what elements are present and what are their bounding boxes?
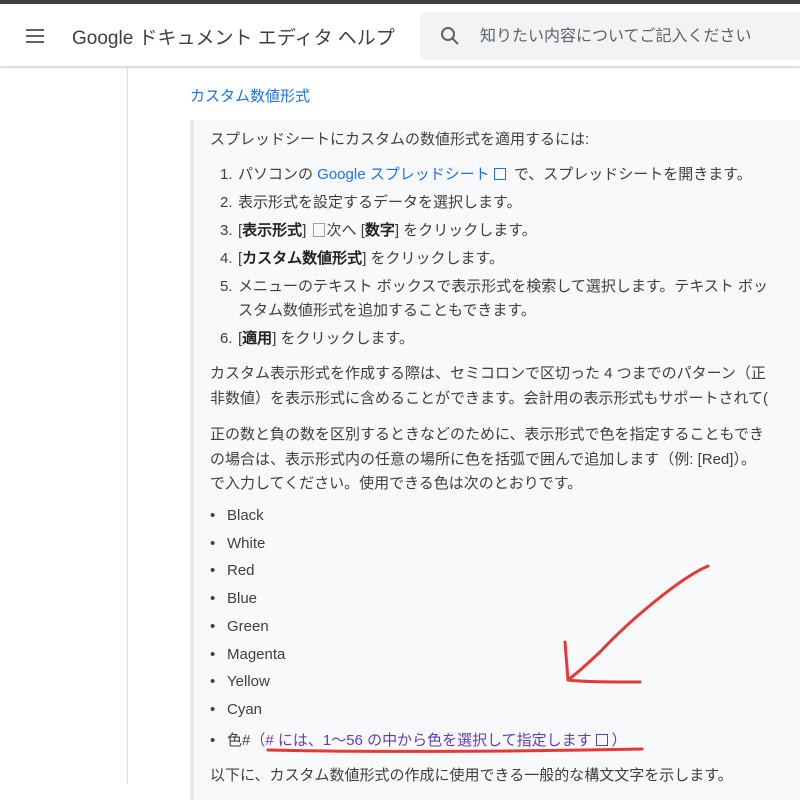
intro-text: スプレッドシートにカスタムの数値形式を適用するには: (210, 131, 590, 148)
paragraph-patterns-line-1: カスタム表示形式を作成する際は、セミコロンで区切った 4 つまでのパターン（正 (210, 365, 766, 382)
app-header: Google ドキュメント エディタ ヘルプ (0, 4, 800, 66)
next-image-alt: 次へ (326, 222, 357, 239)
list-item: • Red (210, 562, 255, 579)
google-sheets-link[interactable]: Google スプレッドシート (317, 166, 490, 183)
color-palette-link[interactable]: # には、1〜56 の中から色を選択して指定します (265, 732, 591, 749)
app-title[interactable]: Google ドキュメント エディタ ヘルプ (72, 23, 395, 50)
paragraph-colors-line-3: で入力してください。使用できる色は次のとおりです。 (210, 475, 583, 492)
step-1: 1. パソコンの Google スプレッドシート で、スプレッドシートを開きます。 (220, 166, 752, 183)
step-5: 5. メニューのテキスト ボックスで表示形式を検索して選択します。テキスト ボッ (220, 278, 769, 295)
list-item: • Green (210, 618, 269, 635)
step-4: 4. [カスタム数値形式] をクリックします。 (220, 250, 505, 267)
hamburger-menu-icon[interactable] (18, 22, 54, 50)
external-link-icon (493, 168, 506, 180)
search-box[interactable] (420, 12, 800, 60)
broken-image-icon (312, 223, 325, 237)
list-item: • Blue (210, 590, 258, 607)
search-input[interactable] (478, 22, 800, 52)
list-item: • Yellow (210, 673, 270, 690)
external-link-icon (595, 734, 608, 746)
paragraph-patterns-line-2: 非数値）を表示形式に含めることができます。会計用の表示形式もサポートされて( (210, 390, 769, 407)
paragraph-colors-line-1: 正の数と負の数を区別するときなどのために、表示形式で色を指定することもでき (210, 426, 764, 443)
list-item: • Black (210, 507, 264, 524)
list-item: • White (210, 535, 266, 552)
step-5-line-2: スタム数値形式を追加することもできます。 (238, 302, 536, 319)
list-item-color-hash: • 色#（# には、1〜56 の中から色を選択して指定します） (210, 732, 627, 749)
step-3: 3. [表示形式] 次へ [数字] をクリックします。 (220, 222, 537, 239)
footer-text: 以下に、カスタム数値形式の作成に使用できる一般的な構文文字を示します。 (210, 767, 733, 784)
list-item: • Cyan (210, 701, 263, 718)
section-link-custom-number-format[interactable]: カスタム数値形式 (190, 85, 310, 106)
step-6: 6. [適用] をクリックします。 (220, 330, 415, 347)
content-left-divider (127, 66, 128, 784)
search-icon[interactable] (440, 26, 460, 46)
step-2: 2. 表示形式を設定するデータを選択します。 (220, 194, 522, 211)
list-item: • Magenta (210, 646, 286, 663)
paragraph-colors-line-2: の場合は、表示形式内の任意の場所に色を括弧で囲んで追加します（例: [Red]）… (210, 451, 756, 468)
